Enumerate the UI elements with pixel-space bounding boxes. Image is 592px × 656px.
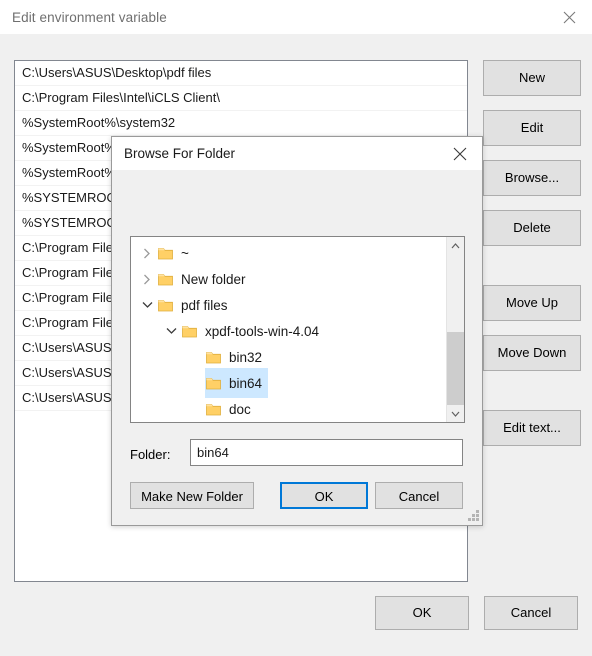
folder-icon bbox=[157, 292, 173, 318]
browse-button[interactable]: Browse... bbox=[483, 160, 581, 196]
tree-item-label: doc bbox=[229, 401, 251, 417]
edit-button[interactable]: Edit bbox=[483, 110, 581, 146]
tree-item-label: pdf files bbox=[181, 297, 228, 313]
browse-dialog-titlebar: Browse For Folder bbox=[112, 137, 482, 170]
folder-field-label: Folder: bbox=[130, 447, 171, 462]
close-icon[interactable] bbox=[546, 0, 592, 34]
window-titlebar: Edit environment variable bbox=[0, 0, 592, 34]
edit-text-button[interactable]: Edit text... bbox=[483, 410, 581, 446]
move-up-button[interactable]: Move Up bbox=[483, 285, 581, 321]
ok-button[interactable]: OK bbox=[375, 596, 469, 630]
tree-item-new-folder[interactable]: New folder bbox=[131, 266, 446, 292]
scroll-up-icon[interactable] bbox=[447, 237, 464, 254]
folder-icon bbox=[205, 396, 221, 422]
list-item[interactable]: C:\Program Files\Intel\iCLS Client\ bbox=[15, 86, 467, 111]
tree-item--[interactable]: ~ bbox=[131, 240, 446, 266]
new-button[interactable]: New bbox=[483, 60, 581, 96]
chevron-right-icon[interactable] bbox=[137, 266, 157, 292]
browse-for-folder-dialog: Browse For Folder ~ New folder pdf files xp… bbox=[111, 136, 483, 526]
browse-dialog-title: Browse For Folder bbox=[124, 146, 236, 161]
list-item[interactable]: C:\Users\ASUS\Desktop\pdf files bbox=[15, 61, 467, 86]
tree-scrollbar[interactable] bbox=[446, 237, 464, 422]
scroll-down-icon[interactable] bbox=[447, 405, 464, 422]
tree-item-label: bin32 bbox=[229, 349, 263, 365]
tree-item-pdf-files[interactable]: pdf files bbox=[131, 292, 446, 318]
cancel-button[interactable]: Cancel bbox=[484, 596, 578, 630]
chevron-right-icon[interactable] bbox=[137, 240, 157, 266]
folder-icon bbox=[205, 370, 221, 396]
delete-button[interactable]: Delete bbox=[483, 210, 581, 246]
tree-item-label: xpdf-tools-win-4.04 bbox=[205, 323, 320, 339]
browse-ok-button[interactable]: OK bbox=[280, 482, 368, 509]
scrollbar-thumb[interactable] bbox=[447, 332, 464, 405]
folder-tree[interactable]: ~ New folder pdf files xpdf-tools-win-4.04 b… bbox=[130, 236, 465, 423]
folder-icon bbox=[157, 266, 173, 292]
tree-item-label: ~ bbox=[181, 245, 189, 261]
window-title: Edit environment variable bbox=[12, 9, 167, 25]
tree-item-label: New folder bbox=[181, 271, 246, 287]
tree-item-label: bin64 bbox=[229, 375, 263, 391]
tree-item-content[interactable]: doc bbox=[205, 394, 257, 422]
list-item[interactable]: %SystemRoot%\system32 bbox=[15, 111, 467, 136]
move-down-button[interactable]: Move Down bbox=[483, 335, 581, 371]
close-icon[interactable] bbox=[438, 137, 482, 170]
folder-icon bbox=[205, 344, 221, 370]
browse-cancel-button[interactable]: Cancel bbox=[375, 482, 463, 509]
tree-item-bin64[interactable]: bin64 bbox=[131, 368, 446, 398]
tree-item-doc[interactable]: doc bbox=[131, 396, 446, 422]
tree-item-bin32[interactable]: bin32 bbox=[131, 344, 446, 370]
chevron-down-icon[interactable] bbox=[137, 292, 157, 318]
make-new-folder-button[interactable]: Make New Folder bbox=[130, 482, 254, 509]
folder-icon bbox=[181, 318, 197, 344]
folder-icon bbox=[157, 240, 173, 266]
folder-input[interactable] bbox=[190, 439, 463, 466]
resize-grip[interactable] bbox=[467, 510, 479, 522]
chevron-down-icon[interactable] bbox=[161, 318, 181, 344]
tree-item-xpdf-tools-win-4.04[interactable]: xpdf-tools-win-4.04 bbox=[131, 318, 446, 344]
